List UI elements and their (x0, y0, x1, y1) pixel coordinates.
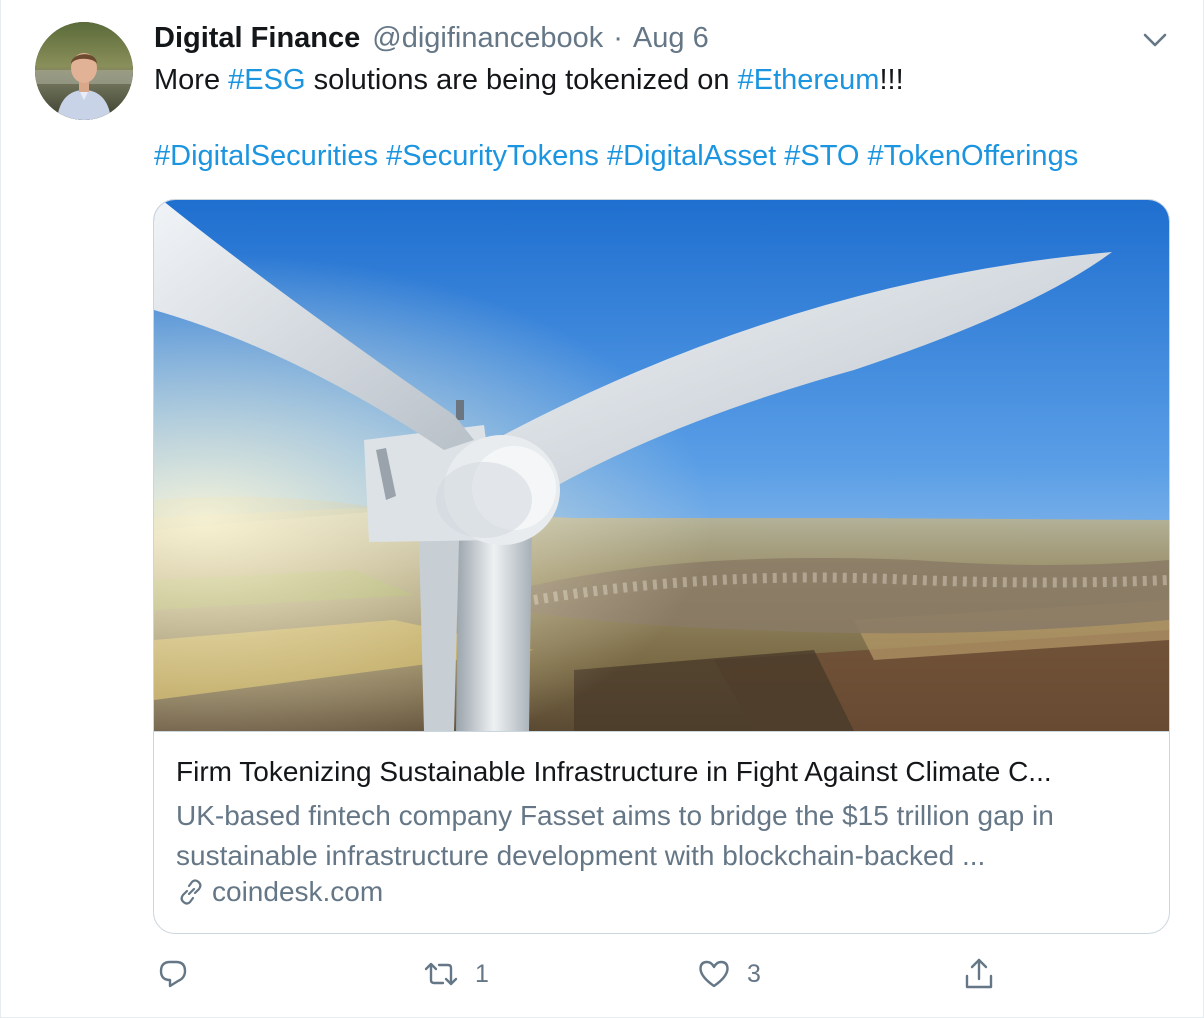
card-description-line: UK-based fintech company Fasset aims to … (176, 800, 1054, 831)
retweet-icon (423, 958, 459, 990)
hashtag-link[interactable]: #Ethereum (738, 64, 880, 96)
card-title[interactable]: Firm Tokenizing Sustainable Infrastructu… (176, 756, 1151, 788)
retweet-button[interactable]: 1 (423, 956, 489, 992)
hashtag-link[interactable]: #SecurityTokens (386, 140, 599, 172)
hashtag-link[interactable]: #TokenOfferings (868, 140, 1079, 172)
avatar-image (35, 22, 133, 120)
reply-icon (157, 958, 189, 990)
display-name[interactable]: Digital Finance (154, 22, 360, 55)
link-icon (176, 877, 206, 907)
hashtag-link[interactable]: #STO (784, 140, 859, 172)
reply-button[interactable] (157, 956, 205, 992)
card-image[interactable] (154, 200, 1169, 731)
text-segment: solutions are being tokenized on (305, 64, 738, 96)
like-button[interactable]: 3 (697, 956, 761, 992)
hashtag-line: #DigitalSecurities #SecurityTokens #Digi… (154, 140, 1078, 173)
like-count: 3 (747, 959, 761, 988)
tweet-date[interactable]: Aug 6 (633, 22, 709, 55)
link-card[interactable]: Firm Tokenizing Sustainable Infrastructu… (153, 199, 1170, 934)
share-icon (963, 957, 995, 991)
hashtag-link[interactable]: #ESG (228, 64, 305, 96)
avatar[interactable] (35, 22, 133, 120)
card-domain-text: coindesk.com (212, 876, 384, 907)
card-domain[interactable]: coindesk.com (176, 876, 383, 908)
user-handle[interactable]: @digifinancebook (372, 22, 603, 55)
retweet-count: 1 (475, 959, 489, 988)
chevron-down-icon[interactable] (1141, 30, 1169, 50)
like-icon (697, 958, 731, 990)
tweet-header: Digital Finance @digifinancebook · Aug 6 (154, 22, 709, 62)
hashtag-link[interactable]: #DigitalAsset (607, 140, 776, 172)
tweet[interactable]: Digital Finance @digifinancebook · Aug 6… (0, 0, 1204, 1018)
tweet-text: More #ESG solutions are being tokenized … (154, 64, 904, 97)
card-body[interactable]: Firm Tokenizing Sustainable Infrastructu… (154, 731, 1169, 933)
text-segment: More (154, 64, 229, 96)
text-segment: !!! (879, 64, 904, 96)
share-button[interactable] (963, 956, 995, 992)
card-description-line: sustainable infrastructure development w… (176, 840, 986, 871)
separator: · (613, 22, 623, 54)
hashtag-link[interactable]: #DigitalSecurities (154, 140, 378, 172)
card-description: UK-based fintech company Fasset aims to … (176, 796, 1151, 876)
